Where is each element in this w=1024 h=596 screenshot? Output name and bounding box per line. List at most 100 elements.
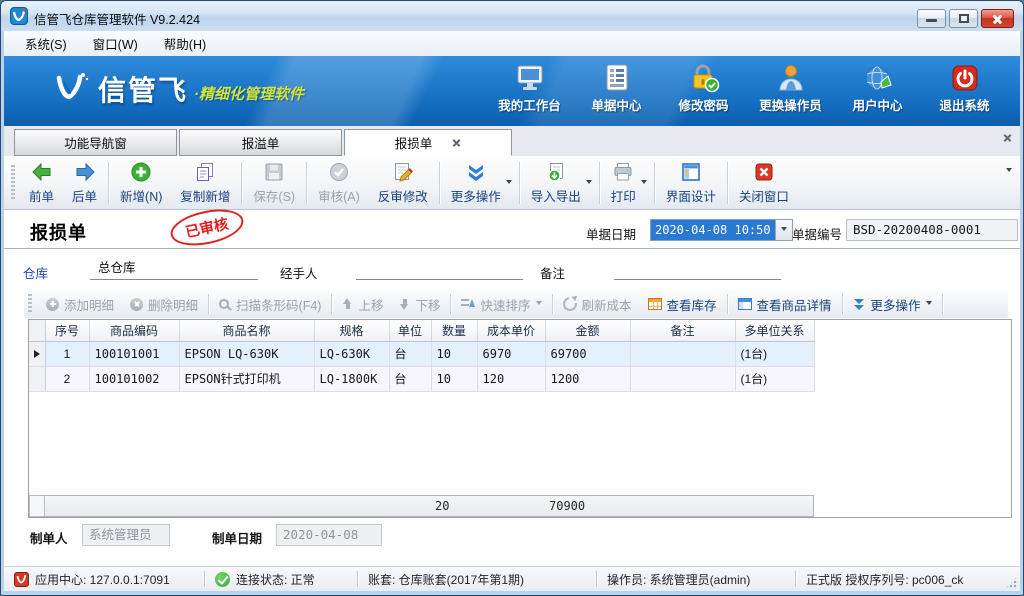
new-button[interactable]: 新增(N): [111, 158, 171, 208]
cell-spec[interactable]: LQ-1800K: [314, 366, 389, 391]
status-text: 操作员: 系统管理员(admin): [607, 571, 750, 588]
warehouse-field[interactable]: 总仓库: [90, 257, 258, 280]
minimize-button[interactable]: [917, 9, 946, 28]
arrow-left-icon: [31, 161, 53, 183]
detail-toolbar-label: 上移: [358, 295, 383, 314]
table-row[interactable]: 2 100101002 EPSON针式打印机 LQ-1800K 台 10 120…: [29, 366, 814, 391]
cell-remark[interactable]: [630, 341, 735, 366]
close-window-button[interactable]: 关闭窗口: [730, 158, 798, 208]
chevron-down-icon: [781, 227, 787, 234]
cell-seq[interactable]: 1: [45, 341, 89, 366]
maximize-button[interactable]: [949, 9, 978, 28]
cell-amount[interactable]: 69700: [545, 341, 630, 366]
cell-code[interactable]: 100101001: [89, 341, 179, 366]
toolbar-separator: [599, 162, 600, 204]
tab-close-icon[interactable]: [452, 138, 461, 147]
toolbar-grip[interactable]: [11, 165, 15, 201]
view-product-detail-button[interactable]: 查看商品详情: [730, 293, 840, 315]
menu-bar: 系统(S) 窗口(W) 帮助(H): [4, 31, 1020, 56]
printer-icon: [612, 161, 634, 183]
tab-loss-doc[interactable]: 报损单: [344, 129, 512, 156]
product-detail-icon: [738, 298, 752, 310]
view-stock-button[interactable]: 查看库存: [640, 293, 725, 315]
table-row[interactable]: 1 100101001 EPSON LQ-630K LQ-630K 台 10 6…: [29, 341, 814, 366]
toolbar-separator: [306, 162, 307, 204]
switch-operator-button[interactable]: 更换操作员: [747, 63, 834, 114]
cell-spec[interactable]: LQ-630K: [314, 341, 389, 366]
move-up-button[interactable]: 上移: [334, 293, 391, 315]
my-workbench-button[interactable]: 我的工作台: [486, 63, 573, 114]
status-app-center: 应用中心: 127.0.0.1:7091: [4, 567, 204, 591]
cell-unit[interactable]: 台: [389, 341, 431, 366]
cell-code[interactable]: 100101002: [89, 366, 179, 391]
status-account-set: 账套: 仓库账套(2017年第1期): [358, 567, 596, 591]
exit-system-button[interactable]: 退出系统: [921, 63, 1008, 114]
cell-multiunit[interactable]: (1台): [735, 366, 814, 391]
refresh-cost-button[interactable]: 刷新成本: [555, 293, 640, 315]
unaudit-button[interactable]: 反审修改: [369, 158, 437, 208]
cell-name[interactable]: EPSON LQ-630K: [179, 341, 314, 366]
menu-help[interactable]: 帮助(H): [151, 31, 219, 56]
import-export-dropdown[interactable]: [586, 174, 597, 192]
tabstrip-close-icon[interactable]: [1003, 133, 1012, 142]
cell-qty[interactable]: 10: [431, 366, 477, 391]
delete-detail-button[interactable]: 删除明细: [122, 293, 206, 315]
move-down-button[interactable]: 下移: [391, 293, 448, 315]
user-center-button[interactable]: 用户中心: [834, 63, 921, 114]
doc-center-icon: [602, 63, 632, 93]
save-button[interactable]: 保存(S): [244, 158, 304, 208]
doc-center-button[interactable]: 单据中心: [573, 63, 660, 114]
menu-system[interactable]: 系统(S): [12, 31, 80, 56]
detail-more-actions-button[interactable]: 更多操作: [845, 293, 940, 315]
column-header[interactable]: 单位: [389, 320, 431, 341]
cell-price[interactable]: 120: [477, 366, 545, 391]
remark-field[interactable]: [614, 257, 781, 280]
cell-unit[interactable]: 台: [389, 366, 431, 391]
cell-seq[interactable]: 2: [45, 366, 89, 391]
audit-button[interactable]: 审核(A): [309, 158, 369, 208]
column-header[interactable]: 商品编码: [89, 320, 179, 341]
column-header[interactable]: 多单位关系: [735, 320, 814, 341]
print-button[interactable]: 打印: [602, 158, 645, 208]
cell-price[interactable]: 6970: [477, 341, 545, 366]
change-password-button[interactable]: 修改密码: [660, 63, 747, 114]
print-dropdown[interactable]: [641, 174, 652, 192]
column-header[interactable]: 规格: [314, 320, 389, 341]
column-header[interactable]: 备注: [630, 320, 735, 341]
chevron-down-icon: [586, 180, 592, 187]
copy-new-button[interactable]: 复制新增: [171, 158, 239, 208]
add-detail-button[interactable]: 添加明细: [38, 293, 122, 315]
more-actions-dropdown[interactable]: [506, 174, 517, 192]
warehouse-label[interactable]: 仓库: [23, 263, 48, 282]
column-header[interactable]: 成本单价: [477, 320, 545, 341]
toolbar-overflow-button[interactable]: [1006, 162, 1012, 180]
column-header[interactable]: 数量: [431, 320, 477, 341]
close-button[interactable]: [981, 9, 1014, 28]
tab-overflow-doc[interactable]: 报溢单: [179, 129, 342, 156]
cell-remark[interactable]: [630, 366, 735, 391]
doc-date-value[interactable]: 2020-04-08 10:50: [651, 220, 775, 240]
column-header[interactable]: 序号: [45, 320, 89, 341]
import-export-button[interactable]: 导入导出: [522, 158, 590, 208]
column-header[interactable]: 商品名称: [179, 320, 314, 341]
handler-field[interactable]: [356, 257, 523, 280]
cell-name[interactable]: EPSON针式打印机: [179, 366, 314, 391]
menu-window[interactable]: 窗口(W): [80, 31, 151, 56]
cell-qty[interactable]: 10: [431, 341, 477, 366]
more-actions-button[interactable]: 更多操作: [442, 158, 510, 208]
doc-date-dropdown[interactable]: [775, 220, 792, 240]
column-header[interactable]: 金额: [545, 320, 630, 341]
cell-multiunit[interactable]: (1台): [735, 341, 814, 366]
quick-sort-button[interactable]: 快速排序: [453, 293, 549, 315]
toolbar-separator: [108, 162, 109, 204]
doc-date-field[interactable]: 2020-04-08 10:50: [650, 219, 793, 241]
ui-design-button[interactable]: 界面设计: [657, 158, 725, 208]
detail-toolbar-grip[interactable]: [28, 294, 32, 314]
stock-grid-icon: [648, 298, 662, 310]
next-doc-button[interactable]: 后单: [63, 158, 106, 208]
cell-amount[interactable]: 1200: [545, 366, 630, 391]
scan-barcode-button[interactable]: 扫描条形码(F4): [211, 293, 329, 315]
prev-doc-button[interactable]: 前单: [20, 158, 63, 208]
tab-function-nav[interactable]: 功能导航窗: [14, 129, 177, 156]
add-icon: [130, 161, 152, 183]
